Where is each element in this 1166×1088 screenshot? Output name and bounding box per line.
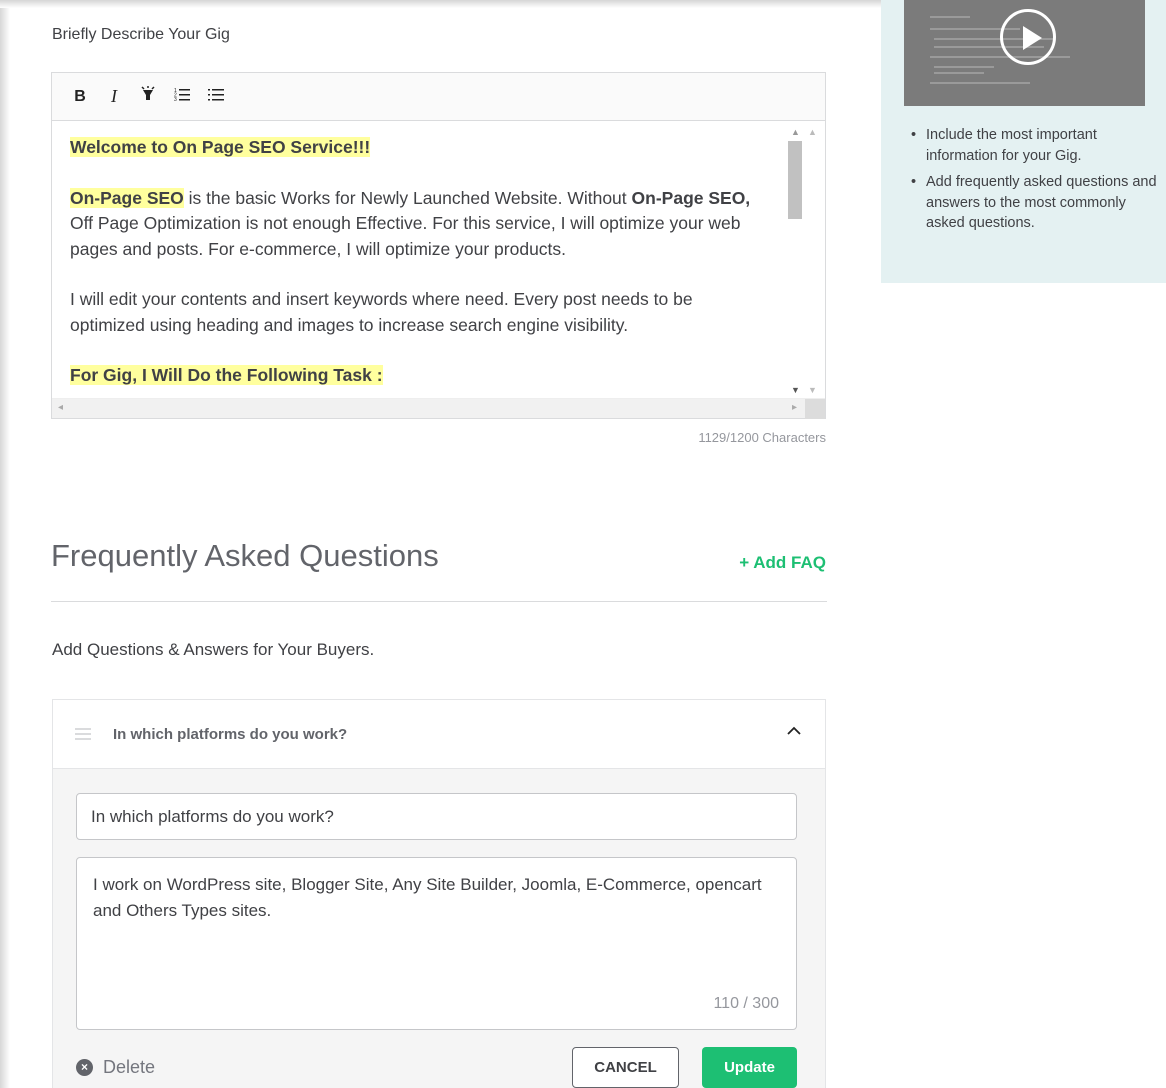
video-thumbnail[interactable] (904, 0, 1145, 106)
description-editor: B I 123 Welcome to On Page SEO Service!!… (51, 72, 826, 419)
tip-item: Include the most important information f… (909, 125, 1159, 166)
tips-panel: Include the most important information f… (881, 0, 1166, 283)
editor-toolbar: B I 123 (52, 73, 825, 121)
faq-answer-char-count: 110 / 300 (713, 995, 779, 1012)
add-faq-button[interactable]: + Add FAQ (739, 553, 826, 573)
highlight-icon[interactable] (138, 86, 158, 107)
content-heading: For Gig, I Will Do the Following Task : (70, 365, 383, 385)
scroll-left-icon[interactable]: ◂ (58, 402, 63, 413)
editor-vertical-scrollbar[interactable]: ▲ ▲ ▼ ▼ (785, 121, 825, 399)
faq-subtitle: Add Questions & Answers for Your Buyers. (52, 640, 375, 659)
scroll-up-icon[interactable]: ▲ (791, 127, 800, 137)
editor-content[interactable]: Welcome to On Page SEO Service!!! On-Pag… (52, 121, 786, 399)
faq-item-question: In which platforms do you work? (113, 725, 348, 743)
scroll-corner (805, 399, 825, 419)
content-text: Off Page Optimization is not enough Effe… (70, 213, 741, 259)
faq-question-input[interactable] (76, 793, 797, 840)
scroll-thumb[interactable] (788, 141, 802, 219)
description-char-count: 1129/1200 Characters (698, 430, 826, 445)
faq-answer-field[interactable]: I work on WordPress site, Blogger Site, … (76, 857, 797, 1030)
update-button[interactable]: Update (702, 1047, 797, 1088)
cancel-button[interactable]: CANCEL (572, 1047, 679, 1088)
page-edge-shadow (0, 0, 10, 1088)
content-strong: On-Page SEO (70, 187, 184, 208)
description-label: Briefly Describe Your Gig (52, 26, 230, 43)
editor-horizontal-scrollbar[interactable]: ◂ ▸ (52, 398, 825, 419)
chevron-up-icon[interactable] (787, 724, 801, 738)
scroll-down-icon[interactable]: ▼ (791, 385, 800, 395)
ordered-list-icon[interactable]: 123 (172, 87, 192, 106)
scroll-right-icon[interactable]: ▸ (792, 402, 797, 413)
faq-item: In which platforms do you work? I work o… (52, 699, 826, 1088)
content-strong: On-Page SEO, (631, 187, 751, 208)
delete-faq-button[interactable]: × Delete (76, 1057, 155, 1078)
bold-icon[interactable]: B (70, 88, 90, 106)
content-heading: Welcome to On Page SEO Service!!! (70, 137, 371, 157)
scroll-up-icon[interactable]: ▲ (808, 127, 817, 137)
delete-icon: × (76, 1059, 93, 1076)
play-icon[interactable] (1000, 9, 1056, 65)
faq-item-header[interactable]: In which platforms do you work? (53, 700, 825, 769)
content-text: is the basic Works for Newly Launched We… (183, 187, 632, 208)
drag-handle-icon[interactable] (75, 728, 91, 740)
faq-title: Frequently Asked Questions (51, 538, 439, 573)
unordered-list-icon[interactable] (206, 87, 226, 106)
scroll-down-icon[interactable]: ▼ (808, 385, 817, 395)
svg-text:3: 3 (174, 97, 177, 101)
tips-list: Include the most important information f… (909, 125, 1159, 240)
italic-icon[interactable]: I (104, 86, 124, 107)
faq-answer-textarea[interactable]: I work on WordPress site, Blogger Site, … (77, 858, 796, 988)
divider (51, 601, 827, 602)
content-paragraph: I will edit your contents and insert key… (70, 289, 693, 335)
tip-item: Add frequently asked questions and answe… (909, 172, 1159, 234)
delete-label: Delete (103, 1057, 156, 1077)
